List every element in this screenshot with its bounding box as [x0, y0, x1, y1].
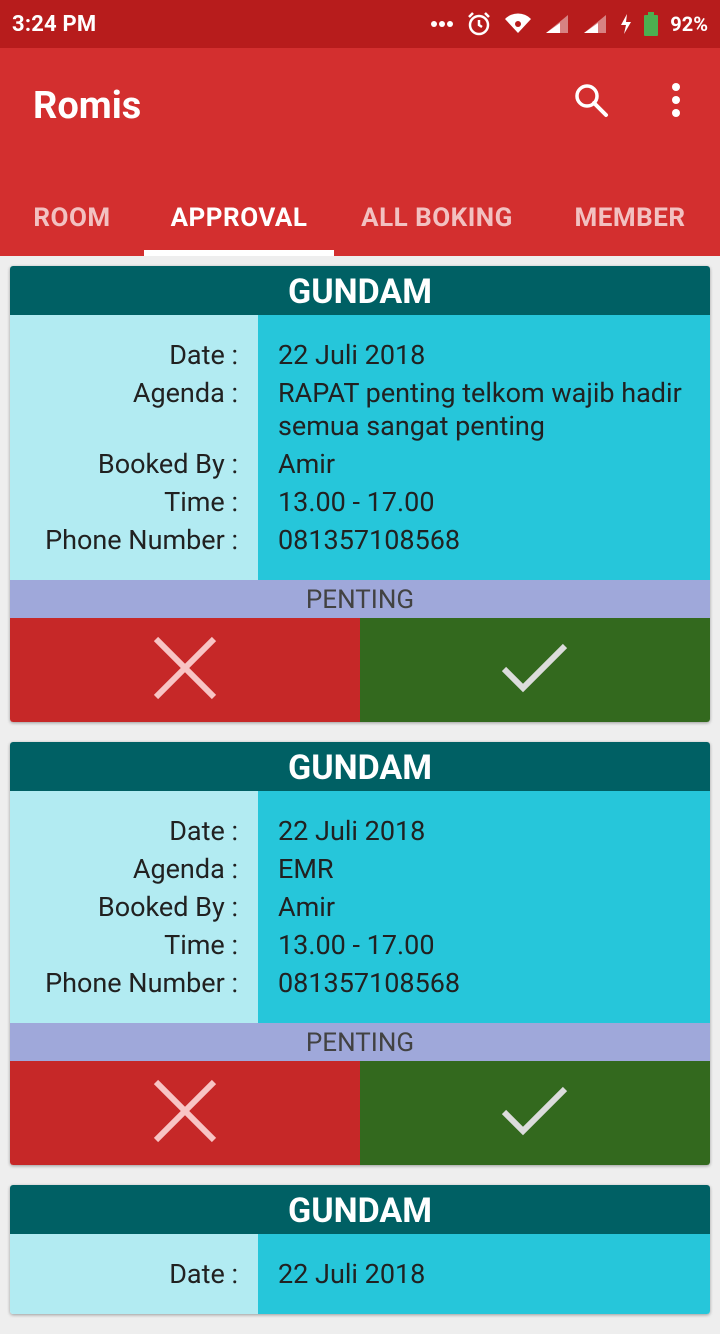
tab-member[interactable]: MEMBER [540, 180, 720, 256]
date-value: 22 Juli 2018 [278, 339, 426, 371]
tab-all-boking[interactable]: ALL BOKING [334, 180, 540, 256]
booking-details: Date : Agenda : Booked By : Time : Phone… [10, 791, 710, 1023]
agenda-label: Agenda : [132, 853, 238, 885]
card-actions [10, 1061, 710, 1165]
labels-column: Date : [10, 1234, 258, 1314]
status-time: 3:24 PM [12, 11, 97, 37]
approve-button[interactable] [360, 1061, 710, 1165]
date-label: Date : [169, 1258, 238, 1290]
app-title: Romis [33, 84, 142, 128]
app-bar: Romis ROOM APPROVAL ALL BOKING MEMBER [0, 48, 720, 256]
status-bar: 3:24 PM 92% [0, 0, 720, 48]
values-column: 22 Juli 2018 EMR Amir 13.00 - 17.00 0813… [258, 791, 710, 1023]
agenda-value: RAPAT penting telkom wajib hadir semua s… [278, 377, 682, 442]
date-value: 22 Juli 2018 [278, 815, 426, 847]
close-icon [152, 1078, 218, 1148]
booked-by-value: Amir [278, 891, 336, 923]
reject-button[interactable] [10, 618, 360, 722]
reject-button[interactable] [10, 1061, 360, 1165]
tab-indicator [144, 250, 334, 256]
alarm-icon [466, 11, 492, 37]
room-name: GUNDAM [10, 742, 710, 791]
phone-label: Phone Number : [45, 524, 238, 556]
date-label: Date : [169, 339, 238, 371]
search-button[interactable] [567, 78, 615, 126]
battery-icon [644, 12, 659, 36]
tab-approval[interactable]: APPROVAL [144, 180, 334, 256]
booked-by-label: Booked By : [97, 891, 238, 923]
time-label: Time : [164, 486, 238, 518]
date-value: 22 Juli 2018 [278, 1258, 426, 1290]
booked-by-value: Amir [278, 448, 336, 480]
card-actions [10, 618, 710, 722]
labels-column: Date : Agenda : Booked By : Time : Phone… [10, 315, 258, 580]
overflow-menu-button[interactable] [652, 78, 700, 126]
booking-card: GUNDAM Date : 22 Juli 2018 [10, 1185, 710, 1314]
phone-value: 081357108568 [278, 524, 461, 556]
room-name: GUNDAM [10, 1185, 710, 1234]
check-icon [501, 1084, 569, 1142]
wifi-icon [504, 13, 532, 35]
time-value: 13.00 - 17.00 [278, 486, 435, 518]
booking-card: GUNDAM Date : Agenda : Booked By : Time … [10, 742, 710, 1165]
labels-column: Date : Agenda : Booked By : Time : Phone… [10, 791, 258, 1023]
booking-card: GUNDAM Date : Agenda : Booked By : Time … [10, 266, 710, 722]
priority-label: PENTING [10, 1023, 710, 1061]
status-icons: 92% [430, 11, 708, 37]
phone-value: 081357108568 [278, 967, 461, 999]
tab-room[interactable]: ROOM [0, 180, 144, 256]
values-column: 22 Juli 2018 [258, 1234, 710, 1314]
tab-bar: ROOM APPROVAL ALL BOKING MEMBER [0, 180, 720, 256]
values-column: 22 Juli 2018 RAPAT penting telkom wajib … [258, 315, 710, 580]
more-dots-icon [430, 20, 454, 28]
time-value: 13.00 - 17.00 [278, 929, 435, 961]
check-icon [501, 641, 569, 699]
more-vert-icon [671, 82, 681, 122]
booking-details: Date : Agenda : Booked By : Time : Phone… [10, 315, 710, 580]
close-icon [152, 635, 218, 705]
charging-icon [620, 13, 632, 35]
booking-list[interactable]: GUNDAM Date : Agenda : Booked By : Time … [10, 266, 710, 1334]
time-label: Time : [164, 929, 238, 961]
signal-icon [582, 13, 608, 35]
agenda-label: Agenda : [132, 377, 238, 409]
room-name: GUNDAM [10, 266, 710, 315]
date-label: Date : [169, 815, 238, 847]
signal-icon [544, 13, 570, 35]
phone-label: Phone Number : [45, 967, 238, 999]
booking-details: Date : 22 Juli 2018 [10, 1234, 710, 1314]
booked-by-label: Booked By : [97, 448, 238, 480]
agenda-value: EMR [278, 853, 334, 885]
search-icon [573, 82, 609, 122]
approve-button[interactable] [360, 618, 710, 722]
priority-label: PENTING [10, 580, 710, 618]
battery-percent: 92% [670, 12, 708, 36]
